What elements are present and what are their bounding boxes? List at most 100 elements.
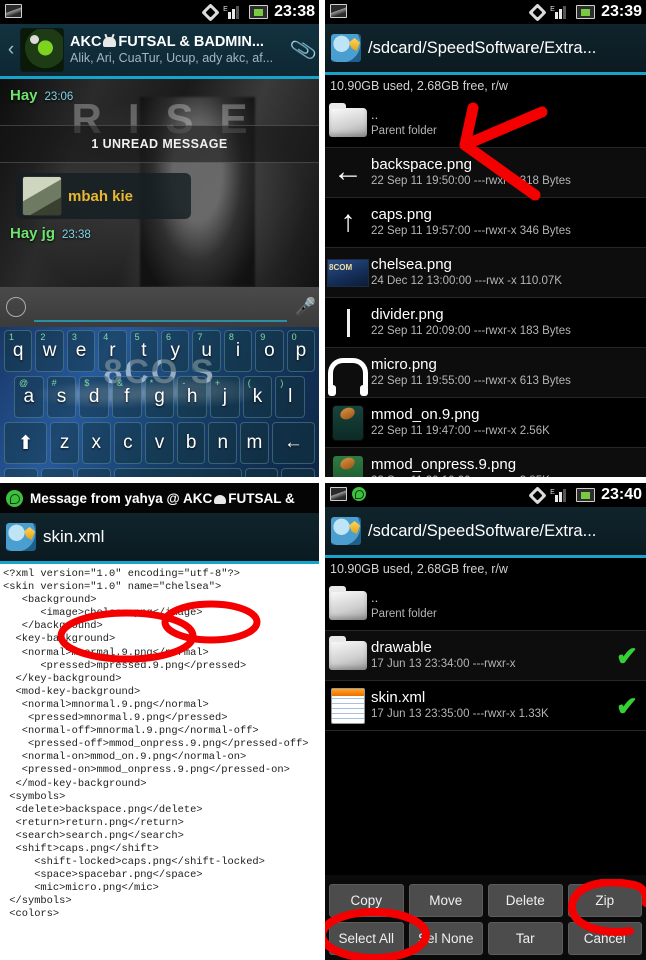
- key-l[interactable]: ) l: [275, 376, 306, 418]
- key-hint: @: [19, 378, 29, 388]
- list-item[interactable]: ↑ caps.png 22 Sep 11 19:57:00 ---rwxr-x 3…: [325, 198, 646, 248]
- action-button-row-1: Copy Move Delete Zip: [329, 884, 642, 917]
- delete-button[interactable]: Delete: [488, 884, 563, 917]
- notification-text-pre: Message from yahya @ AKC: [30, 490, 213, 506]
- key-k[interactable]: (k: [242, 376, 273, 418]
- key-hint: (: [247, 378, 251, 388]
- key-d[interactable]: $ d: [79, 376, 110, 418]
- file-meta: 22 Sep 11 19:50:00 ---rwxr-x 318 Bytes: [371, 175, 571, 187]
- key-z[interactable]: z: [50, 422, 79, 464]
- current-path[interactable]: /sdcard/SpeedSoftware/Extra...: [368, 39, 596, 58]
- smiley-icon[interactable]: [6, 297, 26, 317]
- group-avatar[interactable]: [20, 28, 64, 72]
- status-bar-clock: 23:39: [601, 3, 642, 20]
- select-none-button[interactable]: Sel None: [408, 922, 483, 955]
- back-icon[interactable]: ‹: [4, 39, 18, 61]
- root-explorer-icon: [331, 517, 361, 545]
- list-item[interactable]: skin.xml 17 Jun 13 23:35:00 ---rwxr-x 1.3…: [325, 681, 646, 731]
- key-n[interactable]: n: [208, 422, 238, 464]
- key-hint: 4: [103, 332, 109, 342]
- xml-content[interactable]: <?xml version="1.0" encoding="utf-8"?> <…: [0, 564, 319, 960]
- selected-checkmark-icon[interactable]: ✔: [614, 643, 640, 669]
- list-item[interactable]: drawable 17 Jun 13 23:34:00 ---rwxr-x ✔: [325, 631, 646, 681]
- key-y[interactable]: 6y: [161, 330, 190, 372]
- key-t[interactable]: 5t: [129, 330, 159, 372]
- list-item[interactable]: mmod_onpress.9.png22 Sep 11 20:10:00 ---…: [325, 448, 646, 477]
- message-input[interactable]: [34, 292, 287, 322]
- file-name: divider.png: [371, 306, 444, 323]
- keyboard-row-2: @ a # s $ d & f * g -h + j (k ) l: [2, 376, 317, 418]
- list-item[interactable]: divider.png 22 Sep 11 20:09:00 ---rwxr-x …: [325, 298, 646, 348]
- key-c[interactable]: c: [113, 422, 143, 464]
- notification-bar[interactable]: Message from yahya @ AKC FUTSAL &: [0, 483, 319, 513]
- battery-icon: [576, 488, 596, 502]
- period-key[interactable]: .: [244, 468, 279, 477]
- sync-icon: [528, 485, 547, 505]
- storage-status: 10.90GB used, 2.68GB free, r/w: [325, 558, 646, 581]
- enter-key[interactable]: ↵: [281, 468, 316, 477]
- status-bar-left-icons: [330, 4, 347, 18]
- xml-file-icon: [325, 684, 371, 728]
- current-path[interactable]: /sdcard/SpeedSoftware/Extra...: [368, 522, 596, 541]
- copy-button[interactable]: Copy: [329, 884, 404, 917]
- key-r[interactable]: 4r: [98, 330, 127, 372]
- file-name: backspace.png: [371, 156, 472, 173]
- list-item[interactable]: chelsea.png 24 Dec 12 13:00:00 ---rwx -x …: [325, 248, 646, 298]
- file-name: mmod_onpress.9.png: [371, 456, 517, 473]
- key-p[interactable]: 0p: [286, 330, 316, 372]
- key-j[interactable]: + j: [210, 376, 240, 418]
- file-name: skin.xml: [371, 689, 426, 706]
- zip-button[interactable]: Zip: [567, 884, 642, 917]
- battery-icon: [249, 5, 269, 19]
- key-f[interactable]: & f: [112, 376, 142, 418]
- tar-button[interactable]: Tar: [488, 922, 563, 955]
- list-item[interactable]: micro.png 22 Sep 11 19:55:00 ---rwxr-x 61…: [325, 348, 646, 398]
- key-m[interactable]: m: [240, 422, 269, 464]
- whatsapp-icon: [352, 487, 366, 501]
- slash-key[interactable]: /: [77, 468, 111, 477]
- numeric-key[interactable]: 123: [4, 468, 38, 477]
- key-label: s: [56, 386, 67, 407]
- list-item[interactable]: mmod_on.9.png 22 Sep 11 19:47:00 ---rwxr-…: [325, 398, 646, 448]
- key-h[interactable]: -h: [177, 376, 208, 418]
- key-x[interactable]: x: [81, 422, 111, 464]
- shift-key[interactable]: ⬆: [4, 422, 48, 464]
- message-time: 23:38: [62, 229, 91, 241]
- attach-icon[interactable]: 📎: [288, 35, 319, 65]
- file-meta: Parent folder: [371, 608, 437, 620]
- key-g[interactable]: * g: [144, 376, 175, 418]
- key-hint: 0: [291, 332, 297, 342]
- key-w[interactable]: 2w: [35, 330, 64, 372]
- list-item[interactable]: .. Parent folder: [325, 581, 646, 631]
- key-i[interactable]: 8i: [223, 330, 253, 372]
- signal-icon: E: [550, 5, 570, 19]
- key-o[interactable]: 9o: [255, 330, 284, 372]
- key-s[interactable]: # s: [46, 376, 77, 418]
- chat-participants: Alik, Ari, CuaTur, Ucup, ady akc, af...: [70, 51, 274, 65]
- key-label: b: [185, 432, 197, 453]
- key-e[interactable]: 3e: [66, 330, 96, 372]
- move-button[interactable]: Move: [408, 884, 483, 917]
- selected-checkmark-icon[interactable]: ✔: [614, 693, 640, 719]
- microphone-icon[interactable]: 🎤: [295, 297, 316, 317]
- chat-header-titles: AKC FUTSAL & BADMIN... Alik, Ari, CuaTur,…: [70, 34, 291, 66]
- backspace-key[interactable]: ←: [271, 422, 316, 464]
- status-bar-clock: 23:40: [601, 486, 642, 503]
- space-key[interactable]: [113, 468, 242, 477]
- key-a[interactable]: @ a: [14, 376, 44, 418]
- chat-title: AKC FUTSAL & BADMIN...: [70, 34, 291, 51]
- contact-card[interactable]: mbah kie: [16, 173, 191, 219]
- list-item[interactable]: .. Parent folder: [325, 98, 646, 148]
- file-title: skin.xml: [43, 527, 105, 546]
- select-all-button[interactable]: Select All: [329, 922, 404, 955]
- key-u[interactable]: 7u: [192, 330, 221, 372]
- cancel-button[interactable]: Cancel: [567, 922, 642, 955]
- key-hint: 7: [197, 332, 203, 342]
- dotcom-key[interactable]: .com: [40, 468, 75, 477]
- key-v[interactable]: v: [145, 422, 174, 464]
- key-label: g: [154, 386, 165, 407]
- backspace-icon: ←: [283, 432, 303, 453]
- list-item[interactable]: ← backspace.png 22 Sep 11 19:50:00 ---rwx…: [325, 148, 646, 198]
- key-q[interactable]: 1q: [4, 330, 33, 372]
- key-b[interactable]: b: [176, 422, 206, 464]
